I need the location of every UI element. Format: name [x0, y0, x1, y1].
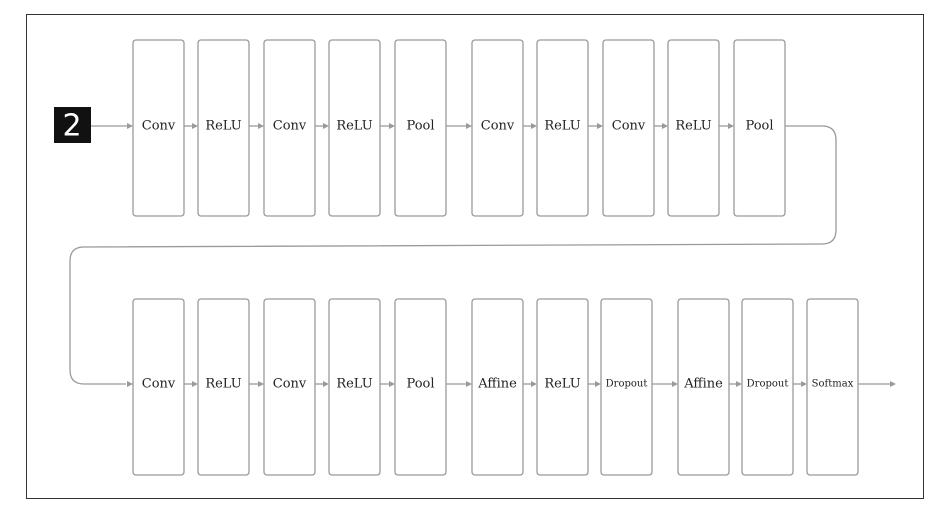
layer-box-relu: ReLU: [328, 39, 381, 217]
layer-label: Conv: [142, 377, 176, 392]
layer-box-relu: ReLU: [197, 298, 250, 476]
layer-box-conv: Conv: [263, 298, 316, 476]
input-digit-label: 2: [62, 109, 81, 144]
layer-label: ReLU: [336, 377, 372, 392]
layer-label: Dropout: [606, 379, 648, 390]
layer-label: Affine: [683, 377, 723, 392]
layer-label: Pool: [745, 119, 773, 134]
layer-label: Conv: [273, 119, 307, 134]
input-digit-image: 2: [54, 107, 91, 144]
layer-box-conv: Conv: [602, 39, 655, 217]
layer-label: ReLU: [336, 119, 372, 134]
layer-box-softmax: Softmax: [806, 298, 859, 476]
layer-label: Conv: [612, 119, 646, 134]
layer-label: ReLU: [544, 377, 580, 392]
layer-box-dropout: Dropout: [741, 298, 794, 476]
layer-label: Pool: [406, 119, 434, 134]
layer-box-relu: ReLU: [328, 298, 381, 476]
layer-label: ReLU: [205, 377, 241, 392]
layer-label: ReLU: [544, 119, 580, 134]
layer-label: Conv: [142, 119, 176, 134]
layer-box-conv: Conv: [471, 39, 524, 217]
layer-box-relu: ReLU: [536, 298, 589, 476]
layer-box-dropout: Dropout: [600, 298, 653, 476]
layer-box-pool: Pool: [733, 39, 786, 217]
layer-label: ReLU: [675, 119, 711, 134]
layer-box-conv: Conv: [132, 39, 185, 217]
layer-label: Conv: [481, 119, 515, 134]
layer-label: Conv: [273, 377, 307, 392]
layer-label: Pool: [406, 377, 434, 392]
layer-box-relu: ReLU: [197, 39, 250, 217]
layer-label: Dropout: [747, 379, 789, 390]
layer-box-relu: ReLU: [536, 39, 589, 217]
layer-box-affine: Affine: [677, 298, 730, 476]
layer-box-conv: Conv: [132, 298, 185, 476]
layer-box-affine: Affine: [471, 298, 524, 476]
layer-box-pool: Pool: [394, 39, 447, 217]
layer-box-conv: Conv: [263, 39, 316, 217]
layer-label: Affine: [477, 377, 517, 392]
layer-label: Softmax: [812, 379, 854, 390]
layer-box-relu: ReLU: [667, 39, 720, 217]
layer-box-pool: Pool: [394, 298, 447, 476]
layer-label: ReLU: [205, 119, 241, 134]
cnn-architecture-diagram: 2 Conv ReLU Conv ReLU Pool Conv ReLU Conv ReLU Po…: [26, 14, 924, 499]
